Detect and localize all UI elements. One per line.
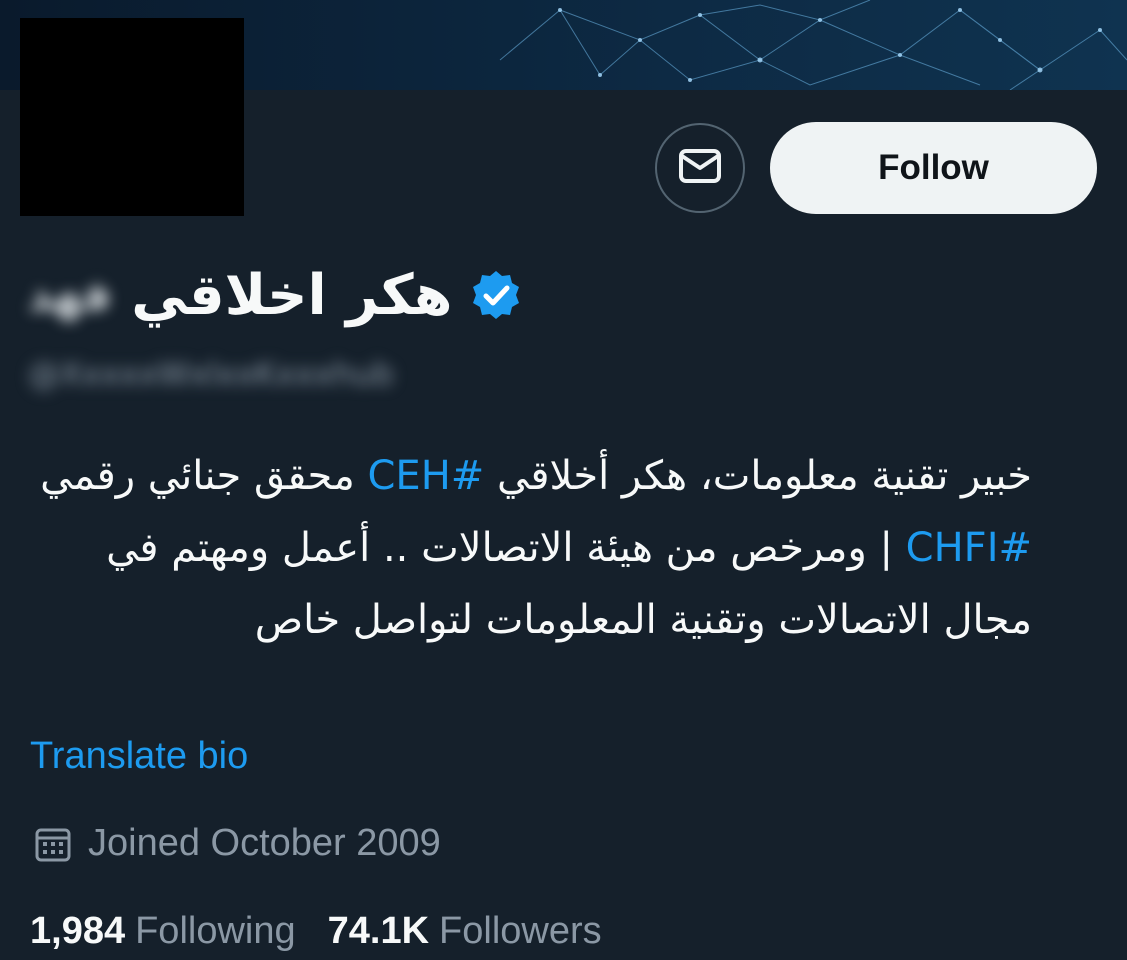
- bio-text: خبير تقنية معلومات، هكر أخلاقي: [484, 453, 1032, 499]
- profile-handle: @XxxxxWxlxxKxxxhub: [28, 355, 394, 393]
- calendar-icon: [34, 825, 72, 863]
- profile-stats: 1,984 Following 74.1K Followers: [30, 910, 602, 953]
- follow-button[interactable]: Follow: [770, 122, 1097, 214]
- joined-date: Joined October 2009: [34, 822, 441, 865]
- following-label: Following: [135, 910, 296, 952]
- bio-hashtag-ceh[interactable]: #CEH: [368, 453, 485, 499]
- avatar[interactable]: [20, 18, 244, 216]
- profile-name-row: فهد هكر اخلاقي: [28, 250, 522, 340]
- following-link[interactable]: 1,984 Following: [30, 910, 296, 953]
- display-name: هكر اخلاقي: [131, 262, 453, 328]
- bio-text: محقق جنائي رقمي: [40, 453, 368, 499]
- followers-count: 74.1K: [327, 910, 430, 952]
- joined-text: Joined October 2009: [88, 822, 441, 864]
- follow-button-label: Follow: [878, 148, 989, 187]
- translate-bio-link[interactable]: Translate bio: [30, 735, 248, 778]
- following-count: 1,984: [30, 910, 126, 952]
- display-name-suffix: فهد: [28, 269, 112, 321]
- profile-bio: خبير تقنية معلومات، هكر أخلاقي #CEH محقق…: [22, 440, 1032, 656]
- followers-link[interactable]: 74.1K Followers: [328, 910, 602, 953]
- message-button[interactable]: [655, 123, 745, 213]
- verified-badge-icon[interactable]: [470, 269, 522, 321]
- bio-text: | ومرخص من هيئة الاتصالات .. أعمل ومهتم …: [106, 525, 1032, 643]
- bio-hashtag-chfi[interactable]: #CHFI: [906, 525, 1032, 571]
- envelope-icon: [678, 148, 722, 188]
- followers-label: Followers: [439, 910, 602, 952]
